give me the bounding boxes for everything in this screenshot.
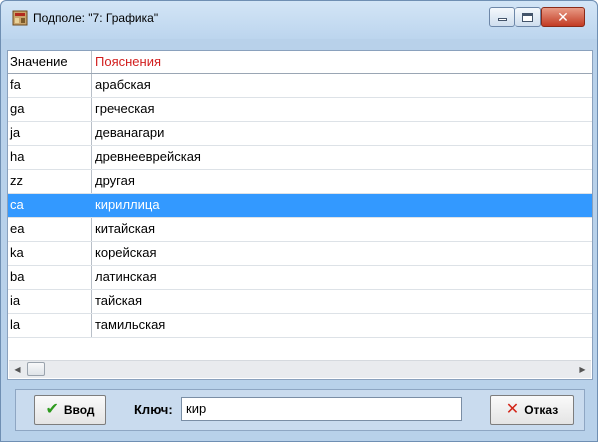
maximize-button[interactable] (515, 7, 541, 27)
x-icon: ✕ (505, 401, 520, 418)
cell-explanation: китайская (95, 221, 155, 236)
table-row[interactable]: ga греческая (8, 98, 592, 122)
cell-explanation: деванагари (95, 125, 165, 140)
horizontal-scrollbar[interactable]: ◀ ▶ (9, 360, 591, 378)
table-row[interactable]: ba латинская (8, 266, 592, 290)
table-row[interactable]: ia тайская (8, 290, 592, 314)
maximize-icon (522, 12, 533, 22)
cell-value: ga (8, 98, 92, 121)
minimize-icon (497, 18, 507, 21)
cell-explanation: корейская (95, 245, 157, 260)
bottom-panel: ✔ Ввод Ключ: кир ✕ Отказ (15, 389, 585, 431)
close-icon: ✕ (557, 9, 569, 25)
table-row[interactable]: ea китайская (8, 218, 592, 242)
key-input[interactable]: кир (181, 397, 462, 421)
values-grid[interactable]: Значение Пояснения fa арабская ga греческая… (7, 50, 593, 380)
grid-header: Значение Пояснения (8, 51, 592, 74)
cell-value: ka (8, 242, 92, 265)
table-row[interactable]: la тамильская (8, 314, 592, 338)
table-row[interactable]: ha древнееврейская (8, 146, 592, 170)
cancel-button[interactable]: ✕ Отказ (490, 395, 574, 425)
app-icon (12, 10, 28, 26)
arrow-right-icon[interactable]: ▶ (574, 361, 591, 378)
cell-value: ia (8, 290, 92, 313)
arrow-left-icon[interactable]: ◀ (9, 361, 26, 378)
scroll-thumb[interactable] (27, 362, 45, 376)
cell-value: ca (8, 194, 92, 217)
table-row[interactable]: ja деванагари (8, 122, 592, 146)
key-label: Ключ: (134, 402, 173, 417)
column-header-value[interactable]: Значение (8, 51, 92, 73)
close-button[interactable]: ✕ (541, 7, 585, 27)
cell-value: la (8, 314, 92, 337)
cell-value: zz (8, 170, 92, 193)
table-row[interactable]: fa арабская (8, 74, 592, 98)
cell-explanation: тамильская (95, 317, 166, 332)
column-header-explanation[interactable]: Пояснения (92, 51, 592, 73)
cell-explanation: латинская (95, 269, 157, 284)
table-row[interactable]: ca кириллица (8, 194, 592, 218)
cell-explanation: тайская (95, 293, 143, 308)
table-row[interactable]: ka корейская (8, 242, 592, 266)
cell-explanation: арабская (95, 77, 151, 92)
window-title: Подполе: "7: Графика" (33, 11, 159, 25)
cell-value: ja (8, 122, 92, 145)
cell-explanation: другая (95, 173, 135, 188)
cell-explanation: древнееврейская (95, 149, 201, 164)
ok-button[interactable]: ✔ Ввод (34, 395, 106, 425)
cell-value: ba (8, 266, 92, 289)
dialog-window: Подполе: "7: Графика" ✕ Значение Пояснен… (0, 0, 598, 442)
cancel-button-label: Отказ (524, 403, 559, 417)
cell-explanation: кириллица (95, 197, 160, 212)
ok-button-label: Ввод (63, 403, 95, 417)
title-bar[interactable]: Подполе: "7: Графика" ✕ (1, 1, 597, 39)
cell-explanation: греческая (95, 101, 155, 116)
table-row[interactable]: zz другая (8, 170, 592, 194)
minimize-button[interactable] (489, 7, 515, 27)
cell-value: ea (8, 218, 92, 241)
cell-value: ha (8, 146, 92, 169)
checkmark-icon: ✔ (45, 401, 59, 418)
grid-rows: fa арабская ga греческая ja деванагари ha древн… (8, 74, 592, 338)
cell-value: fa (8, 74, 92, 97)
